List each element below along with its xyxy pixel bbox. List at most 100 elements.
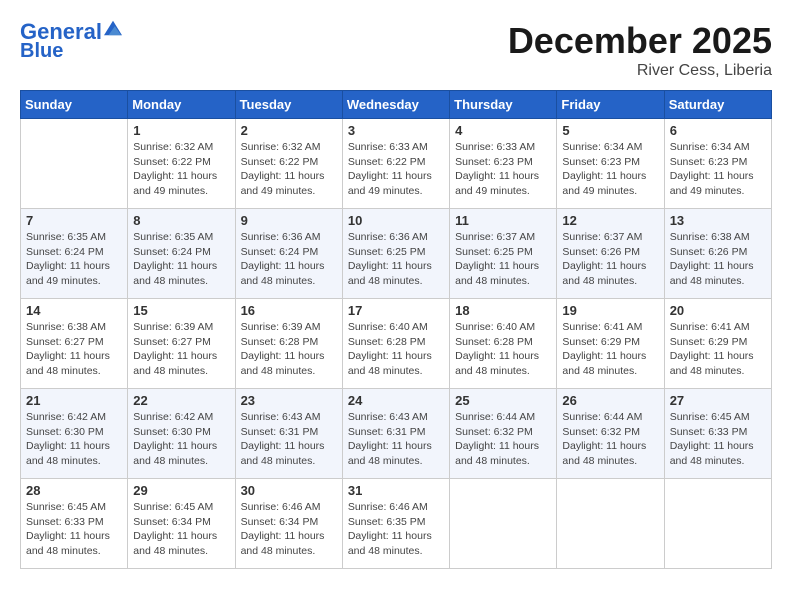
day-info: Sunrise: 6:37 AMSunset: 6:25 PMDaylight:… bbox=[455, 230, 551, 289]
day-number: 6 bbox=[670, 123, 766, 138]
day-info: Sunrise: 6:44 AMSunset: 6:32 PMDaylight:… bbox=[562, 410, 658, 469]
month-title: December 2025 bbox=[508, 20, 772, 62]
day-number: 4 bbox=[455, 123, 551, 138]
calendar-cell: 3Sunrise: 6:33 AMSunset: 6:22 PMDaylight… bbox=[342, 119, 449, 209]
day-number: 19 bbox=[562, 303, 658, 318]
daylight-text: Daylight: 11 hours and 49 minutes. bbox=[133, 169, 229, 198]
calendar-cell: 11 Sunrise: 6:37 AMSunset: 6:25 PMDayligh… bbox=[450, 209, 557, 299]
sunrise-text: Sunrise: 6:36 AM bbox=[241, 230, 337, 245]
day-number: 11 bbox=[455, 213, 551, 228]
day-info: Sunrise: 6:36 AMSunset: 6:25 PMDaylight:… bbox=[348, 230, 444, 289]
daylight-text: Daylight: 11 hours and 48 minutes. bbox=[348, 259, 444, 288]
sunrise-text: Sunrise: 6:33 AM bbox=[348, 140, 444, 155]
daylight-text: Daylight: 11 hours and 48 minutes. bbox=[562, 259, 658, 288]
daylight-text: Daylight: 11 hours and 49 minutes. bbox=[455, 169, 551, 198]
calendar-header-row: SundayMondayTuesdayWednesdayThursdayFrid… bbox=[21, 91, 772, 119]
header-day-thursday: Thursday bbox=[450, 91, 557, 119]
day-info: Sunrise: 6:36 AMSunset: 6:24 PMDaylight:… bbox=[241, 230, 337, 289]
calendar-cell: 27Sunrise: 6:45 AMSunset: 6:33 PMDayligh… bbox=[664, 389, 771, 479]
day-info: Sunrise: 6:32 AMSunset: 6:22 PMDaylight:… bbox=[241, 140, 337, 199]
day-number: 13 bbox=[670, 213, 766, 228]
daylight-text: Daylight: 11 hours and 48 minutes. bbox=[455, 259, 551, 288]
calendar-cell: 26Sunrise: 6:44 AMSunset: 6:32 PMDayligh… bbox=[557, 389, 664, 479]
day-info: Sunrise: 6:46 AMSunset: 6:35 PMDaylight:… bbox=[348, 500, 444, 559]
calendar-cell bbox=[450, 479, 557, 569]
daylight-text: Daylight: 11 hours and 48 minutes. bbox=[348, 529, 444, 558]
day-number: 24 bbox=[348, 393, 444, 408]
daylight-text: Daylight: 11 hours and 48 minutes. bbox=[348, 349, 444, 378]
sunrise-text: Sunrise: 6:32 AM bbox=[241, 140, 337, 155]
day-info: Sunrise: 6:45 AMSunset: 6:33 PMDaylight:… bbox=[26, 500, 122, 559]
calendar-cell: 7Sunrise: 6:35 AMSunset: 6:24 PMDaylight… bbox=[21, 209, 128, 299]
sunrise-text: Sunrise: 6:38 AM bbox=[26, 320, 122, 335]
calendar-cell: 16Sunrise: 6:39 AMSunset: 6:28 PMDayligh… bbox=[235, 299, 342, 389]
sunrise-text: Sunrise: 6:42 AM bbox=[133, 410, 229, 425]
day-info: Sunrise: 6:42 AMSunset: 6:30 PMDaylight:… bbox=[133, 410, 229, 469]
day-info: Sunrise: 6:34 AMSunset: 6:23 PMDaylight:… bbox=[562, 140, 658, 199]
sunset-text: Sunset: 6:28 PM bbox=[241, 335, 337, 350]
day-number: 5 bbox=[562, 123, 658, 138]
sunset-text: Sunset: 6:26 PM bbox=[562, 245, 658, 260]
sunrise-text: Sunrise: 6:32 AM bbox=[133, 140, 229, 155]
sunrise-text: Sunrise: 6:46 AM bbox=[348, 500, 444, 515]
day-number: 20 bbox=[670, 303, 766, 318]
day-info: Sunrise: 6:45 AMSunset: 6:34 PMDaylight:… bbox=[133, 500, 229, 559]
calendar-cell: 18Sunrise: 6:40 AMSunset: 6:28 PMDayligh… bbox=[450, 299, 557, 389]
daylight-text: Daylight: 11 hours and 48 minutes. bbox=[26, 349, 122, 378]
calendar-cell: 4 Sunrise: 6:33 AMSunset: 6:23 PMDaylight… bbox=[450, 119, 557, 209]
day-info: Sunrise: 6:33 AMSunset: 6:23 PMDaylight:… bbox=[455, 140, 551, 199]
header-day-saturday: Saturday bbox=[664, 91, 771, 119]
day-info: Sunrise: 6:40 AMSunset: 6:28 PMDaylight:… bbox=[348, 320, 444, 379]
day-number: 9 bbox=[241, 213, 337, 228]
sunrise-text: Sunrise: 6:43 AM bbox=[348, 410, 444, 425]
sunset-text: Sunset: 6:34 PM bbox=[241, 515, 337, 530]
day-info: Sunrise: 6:32 AMSunset: 6:22 PMDaylight:… bbox=[133, 140, 229, 199]
daylight-text: Daylight: 11 hours and 48 minutes. bbox=[133, 439, 229, 468]
sunset-text: Sunset: 6:26 PM bbox=[670, 245, 766, 260]
sunset-text: Sunset: 6:35 PM bbox=[348, 515, 444, 530]
day-number: 10 bbox=[348, 213, 444, 228]
location-subtitle: River Cess, Liberia bbox=[508, 62, 772, 80]
logo-icon bbox=[104, 19, 122, 37]
sunset-text: Sunset: 6:31 PM bbox=[348, 425, 444, 440]
sunrise-text: Sunrise: 6:36 AM bbox=[348, 230, 444, 245]
sunset-text: Sunset: 6:29 PM bbox=[670, 335, 766, 350]
sunrise-text: Sunrise: 6:44 AM bbox=[562, 410, 658, 425]
calendar-cell bbox=[557, 479, 664, 569]
calendar-cell bbox=[664, 479, 771, 569]
sunset-text: Sunset: 6:22 PM bbox=[133, 155, 229, 170]
calendar-cell: 28Sunrise: 6:45 AMSunset: 6:33 PMDayligh… bbox=[21, 479, 128, 569]
daylight-text: Daylight: 11 hours and 49 minutes. bbox=[348, 169, 444, 198]
day-number: 14 bbox=[26, 303, 122, 318]
calendar-cell: 21Sunrise: 6:42 AMSunset: 6:30 PMDayligh… bbox=[21, 389, 128, 479]
sunset-text: Sunset: 6:33 PM bbox=[26, 515, 122, 530]
day-number: 17 bbox=[348, 303, 444, 318]
sunrise-text: Sunrise: 6:41 AM bbox=[670, 320, 766, 335]
sunset-text: Sunset: 6:22 PM bbox=[241, 155, 337, 170]
logo: General Blue bbox=[20, 20, 122, 62]
daylight-text: Daylight: 11 hours and 49 minutes. bbox=[670, 169, 766, 198]
sunset-text: Sunset: 6:34 PM bbox=[133, 515, 229, 530]
page-header: General Blue December 2025 River Cess, L… bbox=[20, 20, 772, 80]
calendar-cell: 25Sunrise: 6:44 AMSunset: 6:32 PMDayligh… bbox=[450, 389, 557, 479]
calendar-cell: 17 Sunrise: 6:40 AMSunset: 6:28 PMDayligh… bbox=[342, 299, 449, 389]
daylight-text: Daylight: 11 hours and 48 minutes. bbox=[241, 259, 337, 288]
day-info: Sunrise: 6:33 AMSunset: 6:22 PMDaylight:… bbox=[348, 140, 444, 199]
sunset-text: Sunset: 6:30 PM bbox=[133, 425, 229, 440]
week-row-2: 7Sunrise: 6:35 AMSunset: 6:24 PMDaylight… bbox=[21, 209, 772, 299]
calendar-cell: 2Sunrise: 6:32 AMSunset: 6:22 PMDaylight… bbox=[235, 119, 342, 209]
calendar-cell: 12Sunrise: 6:37 AMSunset: 6:26 PMDayligh… bbox=[557, 209, 664, 299]
sunrise-text: Sunrise: 6:35 AM bbox=[26, 230, 122, 245]
sunset-text: Sunset: 6:24 PM bbox=[133, 245, 229, 260]
calendar-cell: 15Sunrise: 6:39 AMSunset: 6:27 PMDayligh… bbox=[128, 299, 235, 389]
sunrise-text: Sunrise: 6:39 AM bbox=[241, 320, 337, 335]
day-number: 8 bbox=[133, 213, 229, 228]
sunset-text: Sunset: 6:24 PM bbox=[241, 245, 337, 260]
day-info: Sunrise: 6:41 AMSunset: 6:29 PMDaylight:… bbox=[670, 320, 766, 379]
sunset-text: Sunset: 6:32 PM bbox=[562, 425, 658, 440]
calendar-cell: 13Sunrise: 6:38 AMSunset: 6:26 PMDayligh… bbox=[664, 209, 771, 299]
sunset-text: Sunset: 6:28 PM bbox=[455, 335, 551, 350]
daylight-text: Daylight: 11 hours and 48 minutes. bbox=[670, 349, 766, 378]
daylight-text: Daylight: 11 hours and 48 minutes. bbox=[670, 439, 766, 468]
day-info: Sunrise: 6:43 AMSunset: 6:31 PMDaylight:… bbox=[348, 410, 444, 469]
